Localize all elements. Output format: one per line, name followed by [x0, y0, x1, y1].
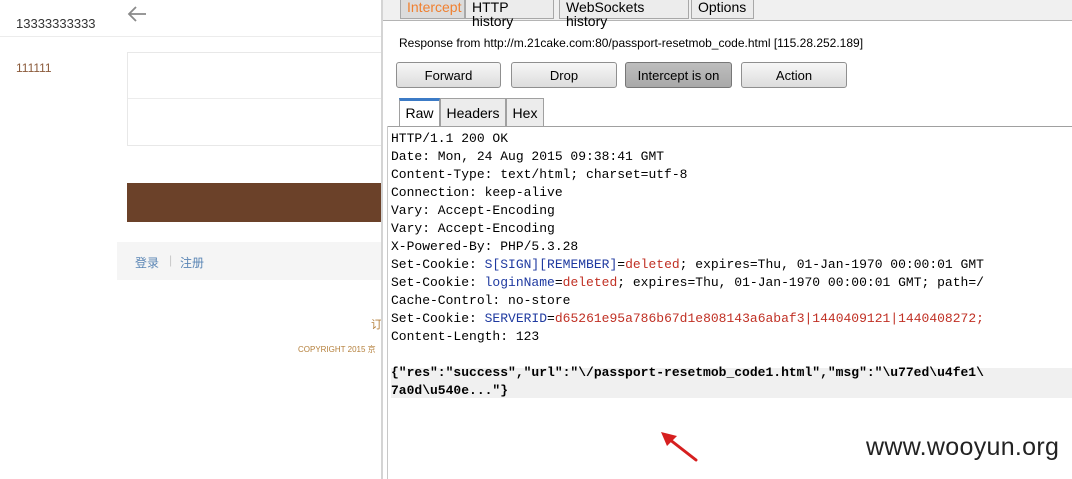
cookie-prefix: Set-Cookie: — [391, 311, 485, 326]
cookie-prefix: Set-Cookie: — [391, 275, 485, 290]
response-editor[interactable]: HTTP/1.1 200 OK Date: Mon, 24 Aug 2015 0… — [391, 130, 1072, 400]
cookie-eq: = — [617, 257, 626, 272]
cookie-name: S[SIGN][REMEMBER] — [484, 257, 618, 272]
tab-intercept[interactable]: Intercept — [400, 0, 465, 19]
tab-http-history[interactable]: HTTP history — [465, 0, 554, 28]
header-powered-by: X-Powered-By: PHP/5.3.28 — [391, 239, 579, 254]
header-set-cookie-sign: Set-Cookie: S[SIGN][REMEMBER]=deleted; e… — [391, 256, 1072, 274]
tab-raw[interactable]: Raw — [399, 98, 440, 126]
cookie-prefix: Set-Cookie: — [391, 257, 485, 272]
response-body-line: {"res":"success","url":"\/passport-reset… — [391, 365, 984, 380]
editor-border — [388, 126, 1072, 127]
header-vary: Vary: Accept-Encoding — [391, 203, 555, 218]
cookie-value: deleted — [625, 257, 680, 272]
phone-row — [128, 53, 383, 99]
cookie-name: SERVERID — [484, 311, 548, 326]
intercept-toggle-button[interactable]: Intercept is on — [625, 62, 732, 88]
tab-options[interactable]: Options — [691, 0, 754, 19]
header-set-cookie-serverid: Set-Cookie: SERVERID=d65261e95a786b67d1e… — [391, 310, 1072, 328]
header-cache-control: Cache-Control: no-store — [391, 293, 571, 308]
header-content-length: Content-Length: 123 — [391, 329, 540, 344]
cookie-value: deleted — [562, 275, 618, 290]
forward-button[interactable]: Forward — [396, 62, 501, 88]
editor-border-left — [387, 126, 388, 479]
drop-button[interactable]: Drop — [511, 62, 617, 88]
header-set-cookie-loginname: Set-Cookie: loginName=deleted; expires=T… — [391, 274, 1072, 292]
cookie-eq: = — [547, 311, 555, 326]
mobile-page: 13333333333 111111 登录 | 注册 订 COPYRIGHT 2… — [0, 0, 383, 479]
header-content-type: Content-Type: text/html; charset=utf-8 — [391, 167, 688, 182]
cookie-rest: ; expires=Thu, 01-Jan-1970 00:00:01 GMT;… — [617, 275, 984, 290]
cookie-name: loginName — [484, 275, 555, 290]
watermark-text: www.wooyun.org — [866, 433, 1060, 461]
status-line: HTTP/1.1 200 OK — [391, 131, 509, 146]
tab-websockets-history[interactable]: WebSockets history — [559, 0, 689, 28]
cookie-rest: ; expires=Thu, 01-Jan-1970 00:00:01 GMT — [679, 257, 984, 272]
copyright-text: COPYRIGHT 2015 京 — [298, 345, 376, 354]
header-date: Date: Mon, 24 Aug 2015 09:38:41 GMT — [391, 149, 665, 164]
burp-proxy-panel: Intercept HTTP history WebSockets histor… — [383, 0, 1072, 479]
reset-form — [127, 52, 383, 146]
cookie-eq: = — [554, 275, 563, 290]
header-connection: Connection: keep-alive — [391, 185, 563, 200]
response-body-line: 7a0d\u540e..."} — [391, 383, 509, 398]
action-button[interactable]: Action — [741, 62, 847, 88]
tab-hex[interactable]: Hex — [506, 98, 544, 126]
cookie-value: d65261e95a786b67d1e808143a6abaf3|1440409… — [554, 311, 984, 326]
tab-headers[interactable]: Headers — [440, 98, 506, 126]
red-arrow-annotation — [661, 432, 698, 462]
verification-code-input[interactable]: 111111 — [16, 61, 52, 75]
header-vary: Vary: Accept-Encoding — [391, 221, 555, 236]
submit-button[interactable] — [127, 183, 382, 222]
phone-input[interactable]: 13333333333 — [16, 16, 96, 31]
back-arrow-icon[interactable] — [126, 4, 150, 24]
register-link[interactable]: 注册 — [180, 254, 204, 271]
response-source-info: Response from http://m.21cake.com:80/pas… — [399, 36, 864, 50]
link-separator: | — [169, 253, 173, 267]
login-link[interactable]: 登录 — [135, 254, 159, 271]
